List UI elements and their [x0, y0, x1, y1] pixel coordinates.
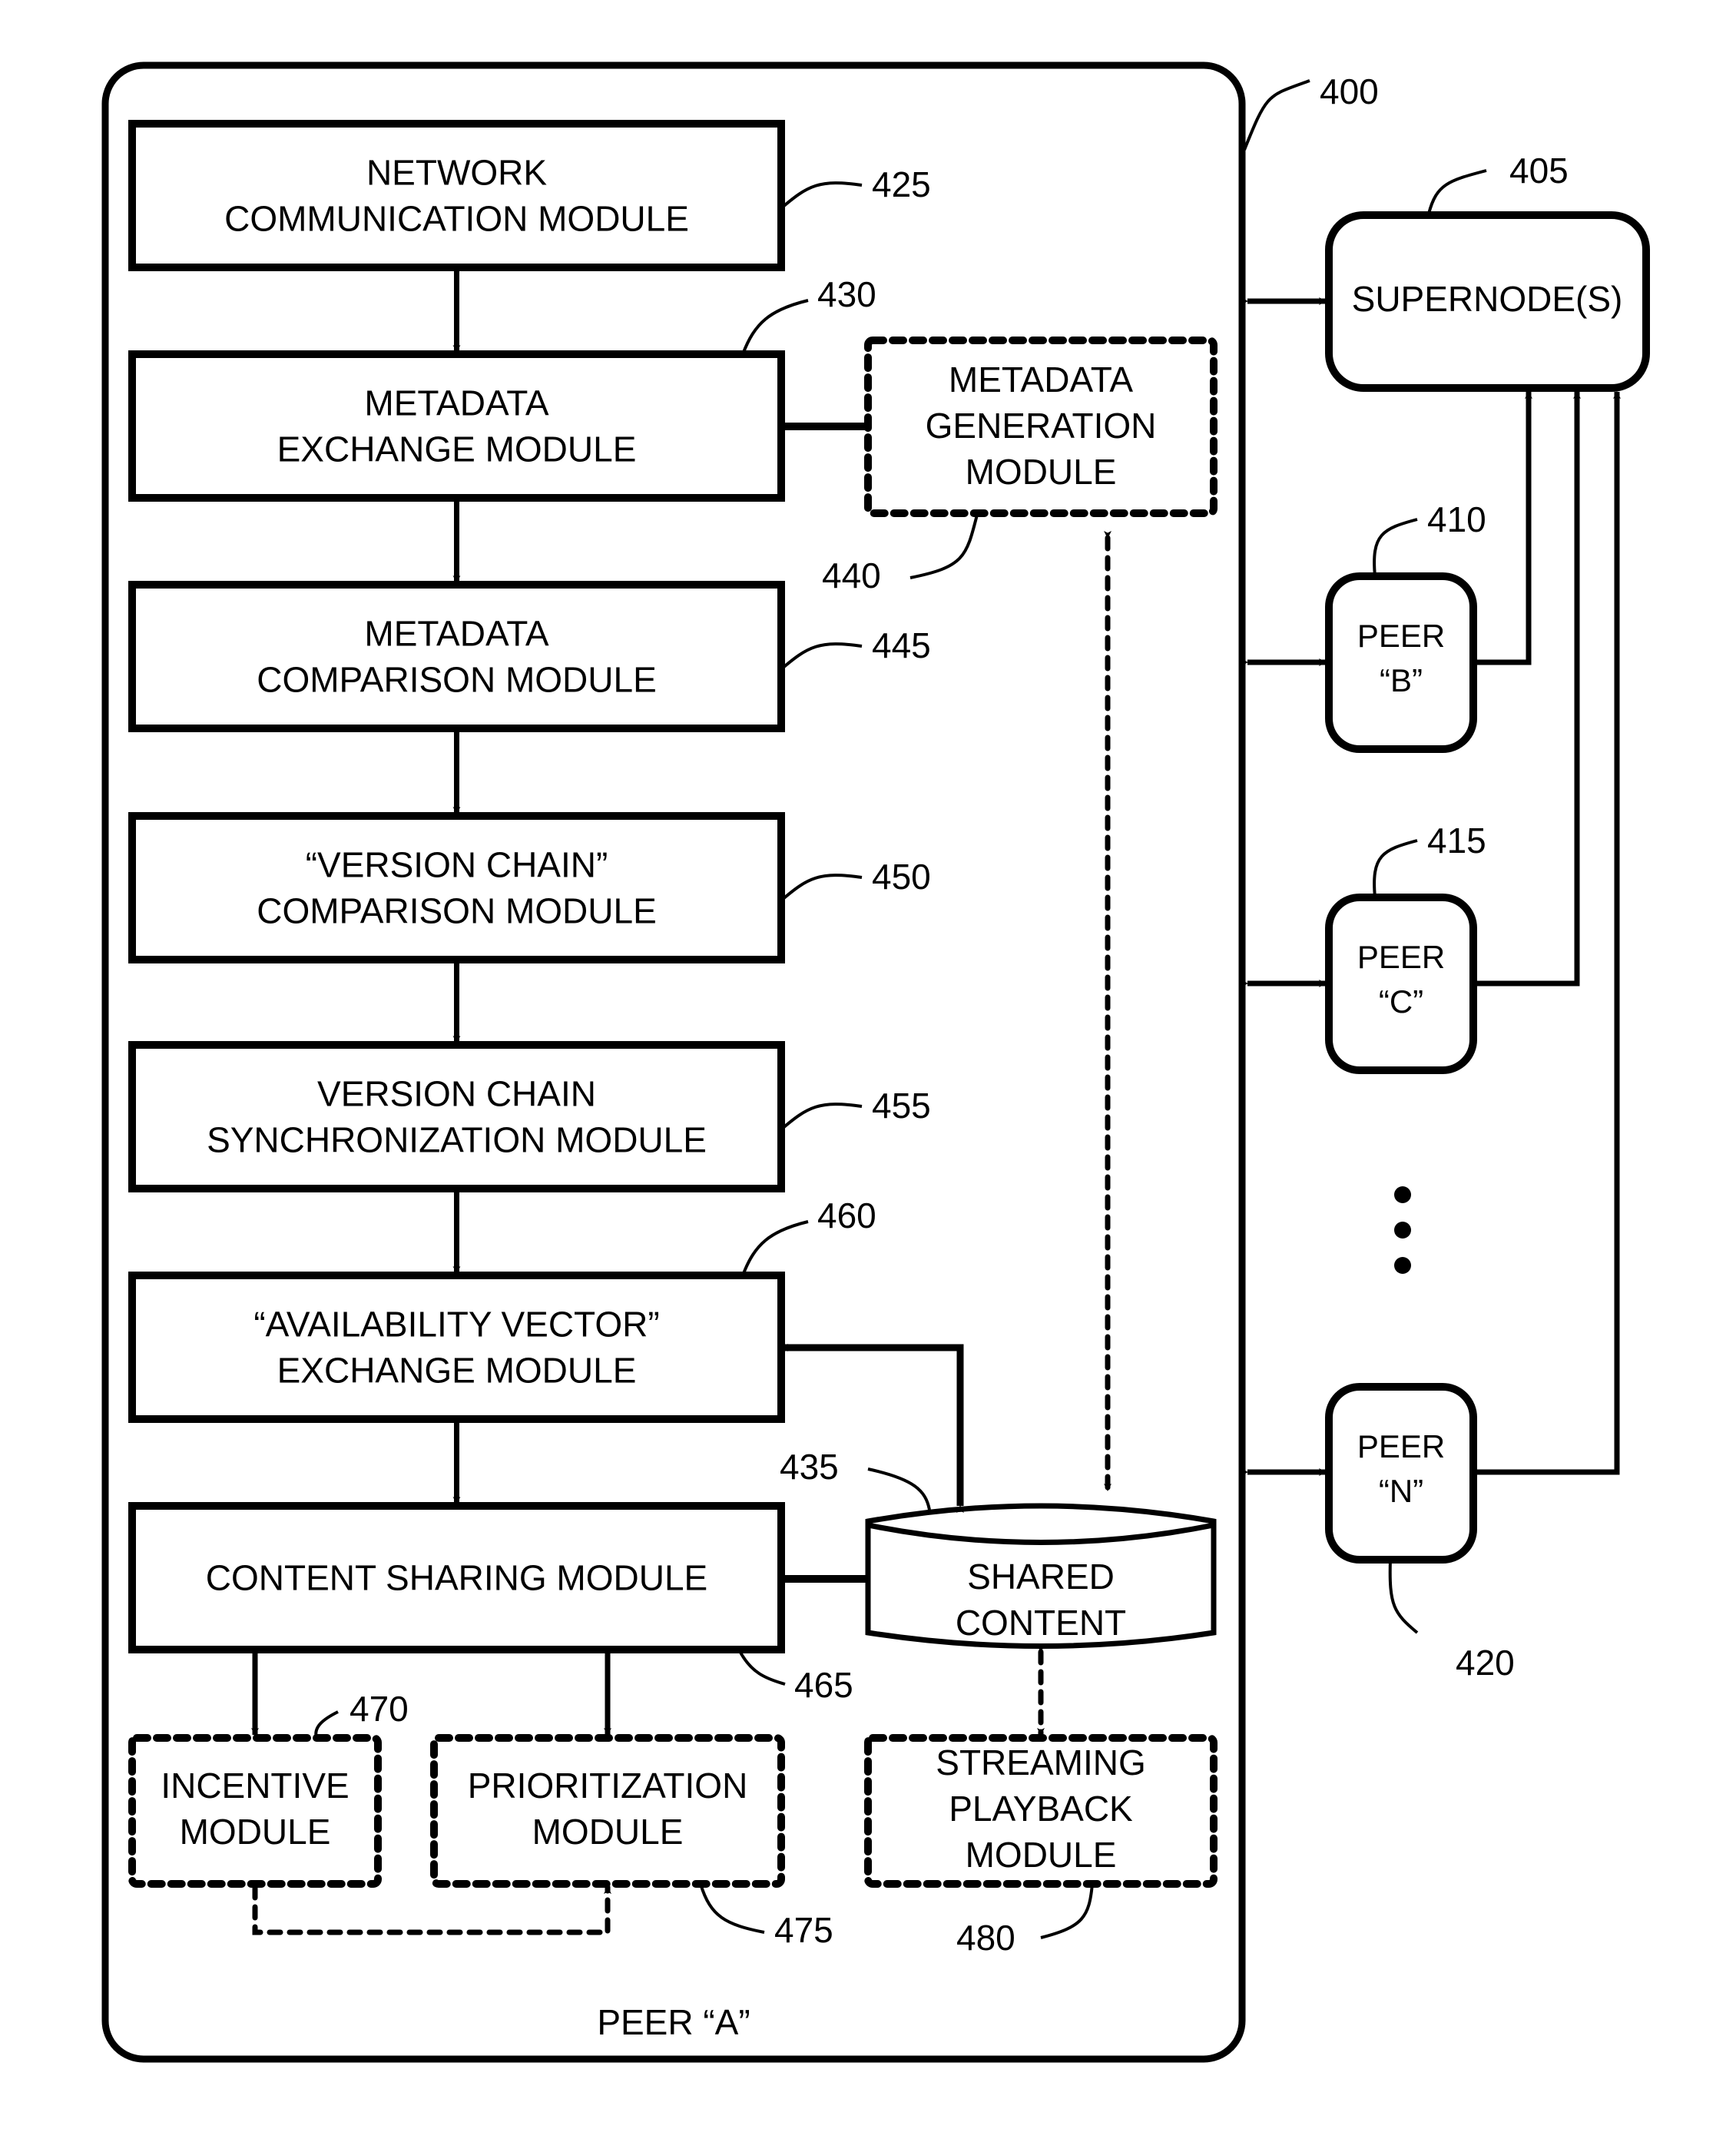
peer-b-line-2: “B” [1380, 662, 1423, 698]
leader-410 [1373, 518, 1418, 577]
peer-a-label: PEER “A” [597, 2002, 750, 2042]
peer-c-node[interactable]: PEER “C” 415 [1325, 821, 1486, 1074]
shared-content-line-2: CONTENT [956, 1603, 1126, 1643]
version-chain-sync-line-2: SYNCHRONIZATION MODULE [207, 1120, 707, 1160]
ref-405: 405 [1509, 151, 1569, 191]
ref-410: 410 [1427, 499, 1486, 539]
network-communication-line-2: COMMUNICATION MODULE [224, 199, 689, 239]
ref-455: 455 [872, 1086, 931, 1126]
metadata-generation-line-2: GENERATION [926, 406, 1157, 446]
prioritization-module[interactable]: PRIORITIZATION MODULE [430, 1734, 785, 1888]
supernode-label: SUPERNODE(S) [1352, 279, 1623, 319]
ref-460: 460 [817, 1195, 876, 1235]
more-peers-ellipsis [1394, 1186, 1411, 1274]
incentive-line-2: MODULE [180, 1812, 331, 1852]
leader-405 [1427, 169, 1487, 214]
availability-vector-exchange-line-2: EXCHANGE MODULE [277, 1351, 637, 1391]
availability-vector-exchange-line-1: “AVAILABILITY VECTOR” [253, 1305, 659, 1345]
metadata-comparison-line-1: METADATA [364, 614, 549, 654]
version-chain-comparison-line-1: “VERSION CHAIN” [306, 845, 608, 885]
peer-b-node[interactable]: PEER “B” 410 [1325, 499, 1486, 753]
metadata-generation-module[interactable]: METADATA GENERATION MODULE [864, 337, 1218, 517]
metadata-generation-line-3: MODULE [966, 452, 1117, 492]
ref-425: 425 [872, 164, 931, 204]
network-communication-line-1: NETWORK [366, 153, 547, 193]
version-chain-sync-line-1: VERSION CHAIN [317, 1074, 596, 1114]
peer-n-line-2: “N” [1379, 1473, 1423, 1509]
ref-445: 445 [872, 625, 931, 665]
streaming-line-3: MODULE [966, 1835, 1117, 1875]
streaming-playback-module[interactable]: STREAMING PLAYBACK MODULE [864, 1734, 1218, 1888]
leader-420 [1388, 1559, 1419, 1634]
version-chain-comparison-line-2: COMPARISON MODULE [257, 891, 657, 931]
ref-450: 450 [872, 857, 931, 897]
metadata-exchange-line-1: METADATA [364, 383, 549, 423]
external-links [1241, 297, 1621, 1476]
ref-440: 440 [822, 555, 881, 595]
ref-430: 430 [817, 274, 876, 314]
peer-b-line-1: PEER [1357, 618, 1445, 654]
shared-content-datastore[interactable]: SHARED CONTENT [865, 1503, 1217, 1649]
incentive-line-1: INCENTIVE [161, 1766, 349, 1806]
supernode-node[interactable]: SUPERNODE(S) [1325, 211, 1650, 392]
peer-nodes: PEER “B” 410 PEER “C” 415 PEER “N” 420 [1325, 499, 1515, 1683]
prioritization-line-2: MODULE [532, 1812, 684, 1852]
ref-465: 465 [794, 1665, 853, 1705]
metadata-comparison-line-2: COMPARISON MODULE [257, 660, 657, 700]
shared-content-line-1: SHARED [967, 1557, 1115, 1597]
ref-415: 415 [1427, 821, 1486, 861]
prioritization-line-1: PRIORITIZATION [468, 1766, 748, 1806]
ref-470: 470 [350, 1689, 409, 1729]
streaming-line-2: PLAYBACK [949, 1789, 1133, 1829]
incentive-module[interactable]: INCENTIVE MODULE [128, 1734, 382, 1888]
metadata-exchange-line-2: EXCHANGE MODULE [277, 429, 637, 469]
peer-n-line-1: PEER [1357, 1428, 1445, 1464]
content-sharing-line-1: CONTENT SHARING MODULE [206, 1558, 707, 1598]
link-peer-n-supernode [1469, 391, 1621, 1476]
ref-435: 435 [780, 1447, 839, 1487]
ref-480: 480 [956, 1918, 1015, 1958]
streaming-line-1: STREAMING [936, 1743, 1145, 1782]
ref-420: 420 [1456, 1643, 1515, 1683]
leader-400 [1243, 79, 1310, 151]
diagram-canvas: PEER “A” 400 NETWORK COMMUNICATION MODULE… [101, 61, 1650, 2063]
peer-n-node[interactable]: PEER “N” 420 [1325, 1383, 1515, 1683]
leader-415 [1373, 839, 1418, 898]
ref-475: 475 [774, 1910, 833, 1950]
peer-c-line-1: PEER [1357, 939, 1445, 975]
metadata-generation-line-1: METADATA [949, 360, 1134, 400]
peer-c-line-2: “C” [1379, 983, 1423, 1020]
ref-400: 400 [1320, 71, 1379, 111]
